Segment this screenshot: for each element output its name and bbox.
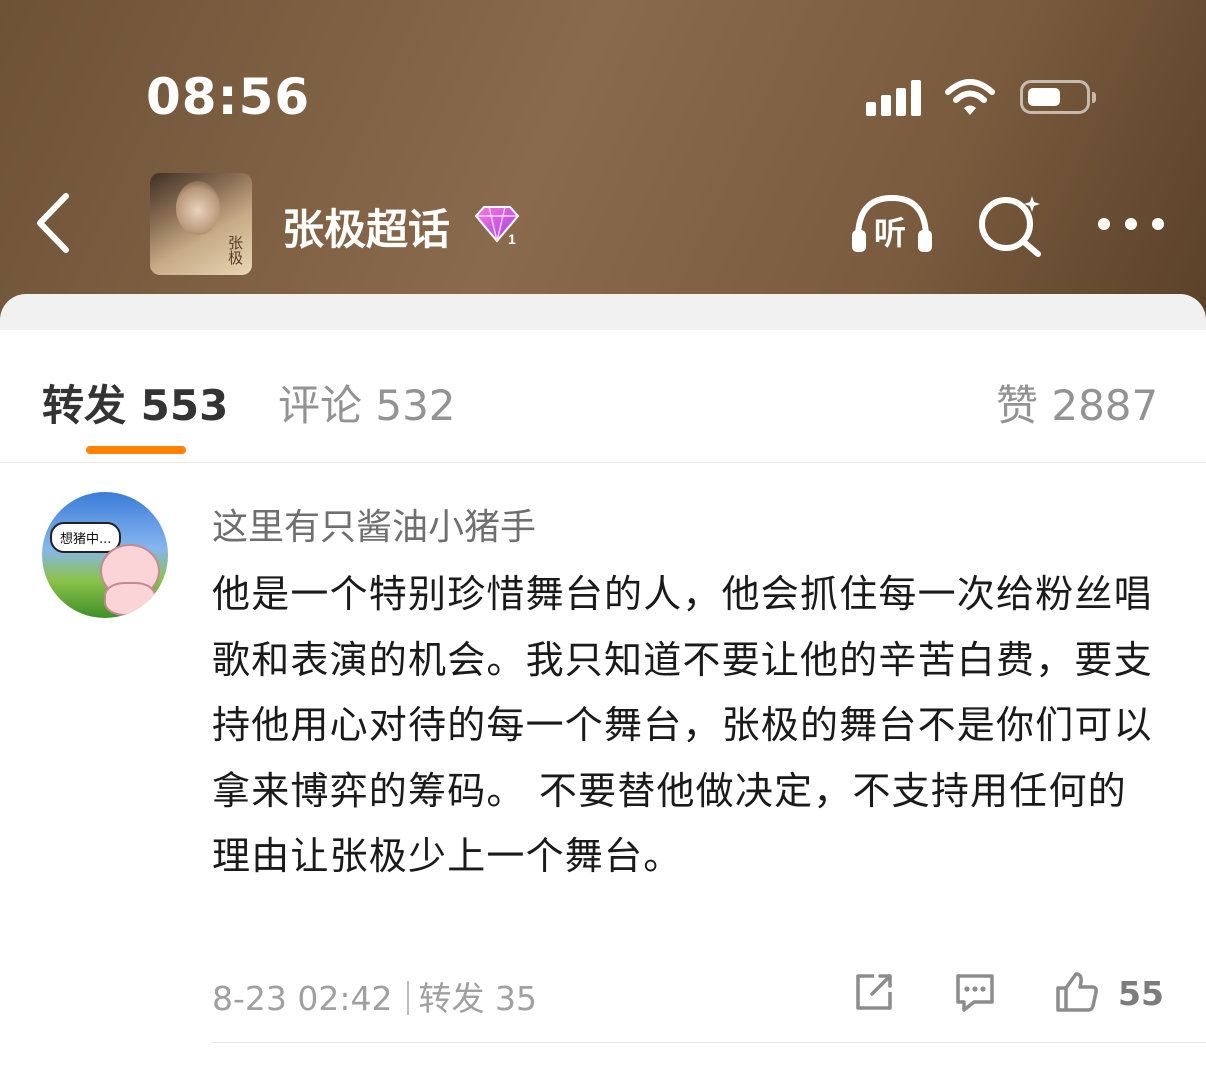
svg-text:1: 1 bbox=[508, 231, 516, 246]
username[interactable]: 这里有只酱油小猪手 bbox=[212, 498, 536, 550]
post-timestamp: 8-23 02:42 bbox=[212, 979, 393, 1018]
tab-repost[interactable]: 转发 553 bbox=[42, 372, 228, 433]
active-tab-indicator bbox=[86, 446, 186, 454]
comment-divider bbox=[212, 1042, 1206, 1043]
tab-comment[interactable]: 评论 532 bbox=[278, 372, 456, 433]
topic-avatar[interactable]: 张极 bbox=[150, 173, 252, 275]
more-icon[interactable] bbox=[1096, 212, 1166, 236]
share-icon[interactable] bbox=[852, 970, 896, 1014]
topic-avatar-text: 张极 bbox=[226, 235, 244, 265]
comment-icon[interactable] bbox=[952, 970, 998, 1014]
post-text: 他是一个特别珍惜舞台的人，他会抓住每一次给粉丝唱歌和表演的机会。我只知道不要让他… bbox=[212, 572, 1153, 878]
battery-icon bbox=[1020, 80, 1096, 114]
wifi-icon bbox=[945, 79, 995, 115]
gem-badge-icon: 1 bbox=[474, 206, 520, 246]
header-background bbox=[0, 0, 1206, 330]
search-icon[interactable] bbox=[976, 192, 1046, 258]
listen-label: 听 bbox=[874, 214, 907, 252]
post-meta: 8-23 02:42 转发 35 bbox=[212, 972, 537, 1020]
tab-like[interactable]: 赞 2887 bbox=[996, 372, 1158, 433]
repost-info[interactable]: 转发 35 bbox=[419, 979, 537, 1018]
topic-title[interactable]: 张极超话 bbox=[282, 196, 450, 257]
avatar[interactable]: 想猪中... bbox=[42, 492, 168, 618]
like-icon[interactable] bbox=[1054, 970, 1100, 1014]
signal-icon bbox=[866, 80, 926, 116]
back-icon[interactable] bbox=[30, 190, 76, 256]
avatar-bubble: 想猪中... bbox=[50, 522, 122, 553]
listen-icon[interactable]: 听 bbox=[850, 192, 934, 260]
tabs-divider bbox=[0, 462, 1206, 463]
like-count: 55 bbox=[1118, 974, 1164, 1013]
status-time: 08:56 bbox=[146, 68, 311, 126]
